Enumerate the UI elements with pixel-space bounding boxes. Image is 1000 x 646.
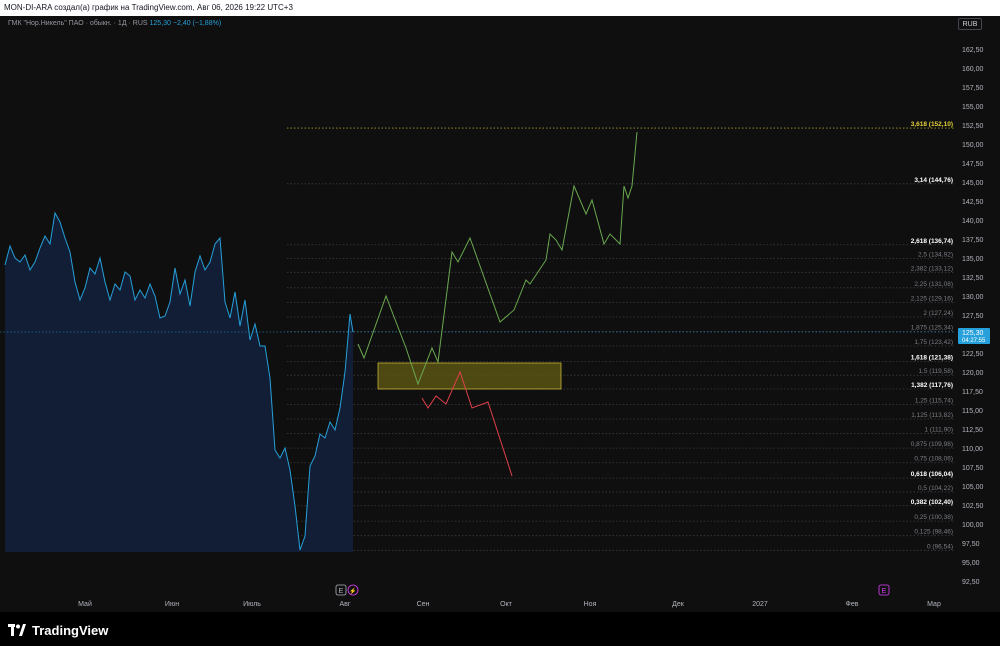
fib-level-label: 1,125 (113,82) — [911, 412, 953, 419]
event-markers[interactable]: E ⚡ E — [335, 584, 890, 596]
fib-level-label: 1,618 (121,38) — [911, 355, 953, 362]
fib-level-label: 0,75 (108,06) — [914, 456, 953, 463]
time-tick-label: Июль — [243, 601, 261, 608]
time-tick-label: Сен — [417, 601, 430, 608]
price-tick-label: 92,50 — [962, 579, 980, 586]
fib-level-label: 1,5 (119,58) — [918, 368, 953, 375]
price-scale[interactable]: 162,50 160,00 157,50 155,00 152,50 150,00 147,… — [962, 47, 984, 586]
fib-level-label: 3,618 (152,10) — [911, 121, 953, 128]
time-tick-label: Июн — [165, 601, 179, 608]
fib-level-label: 1,875 (125,34) — [911, 324, 953, 331]
fib-level-label: 0,25 (100,38) — [914, 514, 953, 521]
earnings-marker-label: E — [339, 588, 344, 595]
time-tick-label: Дек — [672, 601, 685, 608]
price-tick-label: 137,50 — [962, 237, 984, 244]
price-tick-label: 160,00 — [962, 66, 984, 73]
price-tick-label: 130,00 — [962, 294, 984, 301]
fib-level-label: 1 (111,90) — [924, 427, 953, 434]
time-axis[interactable]: Май Июн Июль Авг Сен Окт Ноя Дек 2027 Фев Мар — [78, 600, 941, 608]
price-tick-label: 107,50 — [962, 465, 984, 472]
brand[interactable]: TradingView — [8, 622, 109, 638]
fib-level-label: 2,125 (129,16) — [911, 295, 953, 302]
price-tick-label: 112,50 — [962, 427, 983, 434]
price-tick-label: 115,00 — [962, 408, 983, 415]
price-area-fill — [5, 213, 353, 552]
price-tick-label: 120,00 — [962, 370, 984, 377]
fib-level-label: 3,14 (144,76) — [914, 177, 953, 184]
price-tick-label: 140,00 — [962, 218, 984, 225]
time-tick-label: Май — [78, 600, 92, 608]
price-tick-label: 117,50 — [962, 389, 983, 396]
fib-level-label: 1,25 (115,74) — [915, 397, 953, 404]
price-tick-label: 135,00 — [962, 256, 984, 263]
fib-level-label: 2 (127,24) — [923, 310, 953, 317]
brand-name: TradingView — [32, 622, 109, 638]
fib-level-label: 0,875 (109,98) — [911, 441, 953, 448]
price-tick-label: 155,00 — [962, 104, 984, 111]
price-tick-label: 157,50 — [962, 85, 984, 92]
price-tick-label: 132,50 — [962, 275, 984, 282]
chart-canvas[interactable]: 3,618 (152,10) 3,14 (144,76) 2,618 (136,74… — [0, 0, 1000, 646]
fib-level-label: 0,125 (98,46) — [914, 529, 953, 536]
price-tick-label: 110,00 — [962, 446, 983, 453]
price-tick-label: 147,50 — [962, 161, 984, 168]
time-tick-label: Ноя — [584, 601, 597, 608]
time-tick-label: Авг — [340, 601, 351, 608]
future-earnings-marker-label: E — [882, 588, 887, 595]
price-tick-label: 102,50 — [962, 503, 984, 510]
price-tick-label: 100,00 — [962, 522, 984, 529]
tradingview-logo-icon — [8, 624, 26, 636]
price-tick-label: 95,00 — [962, 560, 980, 567]
time-tick-label: 2027 — [752, 601, 768, 608]
time-tick-label: Фев — [846, 601, 859, 608]
price-tick-label: 150,00 — [962, 142, 984, 149]
time-tick-label: Окт — [500, 601, 513, 608]
target-zone — [377, 362, 562, 390]
chart-window: MON-DI-ARA создал(а) график на TradingVi… — [0, 0, 1000, 646]
fib-level-label: 2,25 (131,08) — [914, 281, 953, 288]
footer — [0, 612, 1000, 646]
dividend-marker-label: ⚡ — [349, 587, 356, 595]
current-price-value: 125,30 — [962, 330, 984, 337]
fib-level-label: 1,382 (117,76) — [911, 382, 953, 389]
price-tick-label: 142,50 — [962, 199, 984, 206]
fib-level-label: 0,5 (104,22) — [918, 485, 953, 492]
fib-level-label: 0 (96,54) — [927, 543, 953, 550]
price-tick-label: 145,00 — [962, 180, 984, 187]
price-tick-label: 97,50 — [962, 541, 980, 548]
price-tick-label: 105,00 — [962, 484, 984, 491]
price-tick-label: 122,50 — [962, 351, 984, 358]
fib-level-label: 2,5 (134,92) — [918, 252, 953, 259]
fib-level-label: 0,382 (102,40) — [911, 499, 953, 506]
time-tick-label: Мар — [927, 601, 941, 608]
price-tick-label: 127,50 — [962, 313, 984, 320]
fib-level-label: 0,618 (106,04) — [911, 471, 953, 478]
current-price-countdown: 04:27:55 — [962, 338, 986, 344]
price-tick-label: 162,50 — [962, 47, 984, 54]
fib-level-label: 2,382 (133,12) — [911, 265, 953, 272]
fib-level-label: 1,75 (123,42) — [914, 339, 953, 346]
price-tick-label: 152,50 — [962, 123, 984, 130]
fibonacci-extension[interactable]: 3,618 (152,10) 3,14 (144,76) 2,618 (136,74… — [287, 121, 955, 551]
fib-level-label: 2,618 (136,74) — [911, 238, 953, 245]
